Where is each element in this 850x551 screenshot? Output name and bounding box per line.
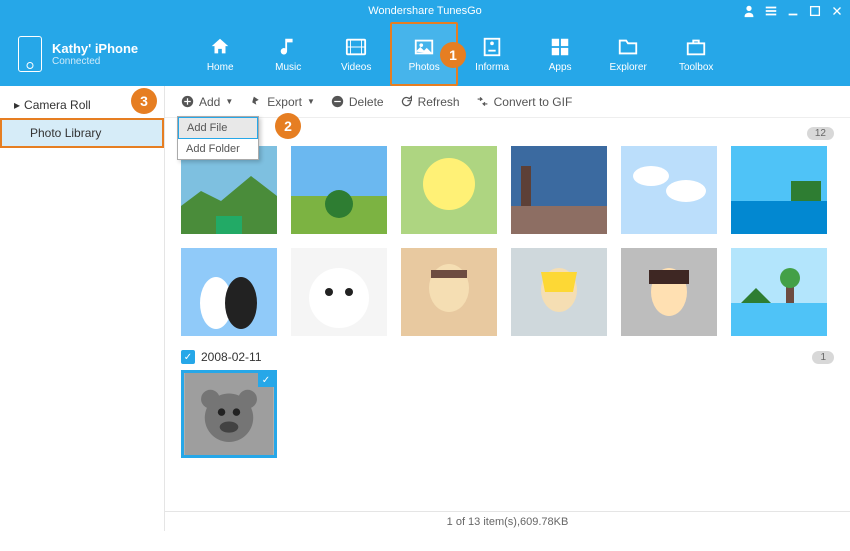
nav-apps[interactable]: Apps — [526, 22, 594, 86]
phone-icon — [18, 36, 42, 72]
nav-information[interactable]: Information — [458, 22, 526, 86]
chevron-right-icon: ▸ — [14, 98, 20, 112]
chevron-down-icon: ▼ — [225, 97, 233, 106]
sidebar: ▸Camera Roll Photo Library — [0, 86, 165, 531]
photo-thumb[interactable] — [511, 248, 607, 336]
menu-icon[interactable] — [764, 4, 778, 18]
selected-tick-icon: ✓ — [258, 373, 274, 387]
photo-thumb[interactable] — [731, 146, 827, 234]
minimize-button[interactable] — [786, 4, 800, 18]
nav-videos[interactable]: Videos — [322, 22, 390, 86]
photo-thumb[interactable] — [731, 248, 827, 336]
add-folder-item[interactable]: Add Folder — [178, 139, 258, 159]
toolbar: Add▼ Export▼ Delete Refresh Convert to G… — [165, 86, 850, 118]
photo-thumb[interactable] — [511, 146, 607, 234]
device-name: Kathy' iPhone — [52, 41, 138, 56]
photo-thumb[interactable] — [621, 248, 717, 336]
convert-gif-button[interactable]: Convert to GIF — [476, 95, 573, 109]
user-icon[interactable] — [742, 4, 756, 18]
photo-thumb[interactable] — [181, 248, 277, 336]
photo-thumb[interactable] — [291, 146, 387, 234]
photo-thumb[interactable] — [401, 248, 497, 336]
close-button[interactable] — [830, 4, 844, 18]
photo-thumb[interactable]: ✓ — [181, 370, 277, 458]
photo-thumb[interactable] — [401, 146, 497, 234]
callout-3: 3 — [131, 88, 157, 114]
group-date: 2008-02-11 — [201, 350, 262, 364]
group-checkbox[interactable]: ✓ — [181, 350, 195, 364]
nav-explorer[interactable]: Explorer — [594, 22, 662, 86]
add-dropdown: Add File Add Folder — [177, 116, 259, 160]
device-info[interactable]: Kathy' iPhone Connected — [0, 36, 156, 72]
add-file-item[interactable]: Add File — [178, 117, 258, 139]
maximize-button[interactable] — [808, 4, 822, 18]
callout-1: 1 — [440, 42, 466, 68]
nav-toolbox[interactable]: Toolbox — [662, 22, 730, 86]
add-button[interactable]: Add▼ — [181, 95, 233, 109]
chevron-down-icon: ▼ — [307, 97, 315, 106]
export-button[interactable]: Export▼ — [249, 95, 315, 109]
device-status: Connected — [52, 56, 138, 67]
delete-button[interactable]: Delete — [331, 95, 384, 109]
statusbar: 1 of 13 item(s),609.78KB — [165, 511, 850, 531]
photo-thumb[interactable] — [621, 146, 717, 234]
nav-home[interactable]: Home — [186, 22, 254, 86]
group-count: 1 — [812, 351, 834, 364]
sidebar-item-photo-library[interactable]: Photo Library — [0, 118, 164, 148]
nav-music[interactable]: Music — [254, 22, 322, 86]
photo-thumb[interactable] — [291, 248, 387, 336]
photo-grid: 12 ✓ 2008-02-11 1 ✓ — [165, 118, 850, 511]
app-title: Wondershare TunesGo — [368, 5, 482, 17]
group-count: 12 — [807, 127, 834, 140]
callout-2: 2 — [275, 113, 301, 139]
refresh-button[interactable]: Refresh — [400, 95, 460, 109]
